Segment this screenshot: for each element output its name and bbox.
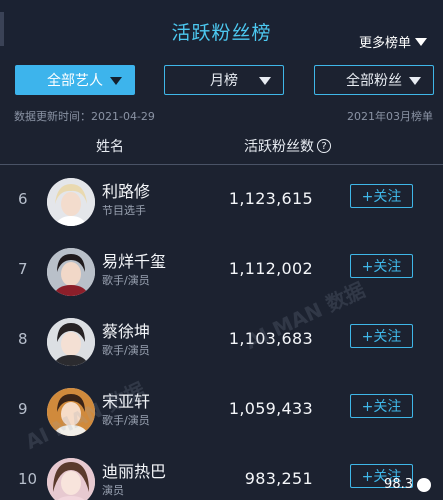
update-time: 数据更新时间：2021-04-29 [14,110,155,123]
rank-period: 2021年03月榜单 [347,110,433,123]
avatar [47,248,95,296]
fan-count: 1,112,002 [228,259,313,278]
rank-number: 8 [18,330,28,348]
badge-icon [417,477,431,492]
rank-number: 7 [18,260,28,278]
corner-badge: 98.3 [384,477,431,492]
artist-role: 节目选手 [102,204,146,217]
follow-button[interactable]: +关注 [350,254,413,278]
filter-artist-label: 全部艺人 [47,73,103,89]
column-header-fans: 活跃粉丝数 ? [244,136,331,156]
rank-number: 10 [18,470,38,488]
avatar [47,178,95,226]
more-rank-button[interactable]: 更多榜单 [359,32,427,51]
help-icon[interactable]: ? [317,139,331,153]
artist-name: 易烊千玺 [102,252,167,271]
rank-number: 9 [18,400,28,418]
header: 活跃粉丝榜 更多榜单 [0,0,443,60]
rank-number: 6 [18,190,28,208]
divider [0,164,443,165]
triangle-down-icon [415,37,427,46]
filter-period-label: 月榜 [210,73,238,89]
fan-count: 1,123,615 [228,189,313,208]
filter-fans[interactable]: 全部粉丝 [314,65,434,95]
follow-button[interactable]: +关注 [350,324,413,348]
ranking-row[interactable]: 7 易烊千玺 歌手/演员 1,112,002 +关注 [0,236,443,306]
filter-artist[interactable]: 全部艺人 [15,65,135,95]
triangle-down-icon [259,77,271,85]
artist-name: 利路修 [102,182,151,201]
follow-button[interactable]: +关注 [350,184,413,208]
more-rank-label: 更多榜单 [358,36,411,51]
artist-role: 歌手/演员 [102,344,150,357]
artist-role: 演员 [102,484,124,497]
fan-count: 1,059,433 [228,399,313,418]
fan-count: 983,251 [244,469,313,488]
filter-fans-label: 全部粉丝 [346,73,402,89]
ranking-row[interactable]: 8 蔡徐坤 歌手/演员 1,103,683 +关注 [0,306,443,376]
triangle-down-icon [409,77,421,85]
filter-period[interactable]: 月榜 [164,65,284,95]
avatar [47,458,95,500]
avatar [47,318,95,366]
artist-name: 蔡徐坤 [102,322,151,341]
ranking-row[interactable]: 6 利路修 节目选手 1,123,615 +关注 [0,166,443,236]
ranking-row[interactable]: 10 迪丽热巴 演员 983,251 +关注 [0,446,443,500]
filter-bar: 全部艺人 月榜 全部粉丝 [0,65,443,95]
triangle-down-icon [110,77,122,85]
column-header-name: 姓名 [96,139,124,155]
column-header-fans-label: 活跃粉丝数 [244,139,314,155]
follow-button[interactable]: +关注 [350,394,413,418]
corner-badge-label: 98.3 [384,477,413,492]
artist-name: 迪丽热巴 [102,462,167,481]
artist-role: 歌手/演员 [102,274,150,287]
